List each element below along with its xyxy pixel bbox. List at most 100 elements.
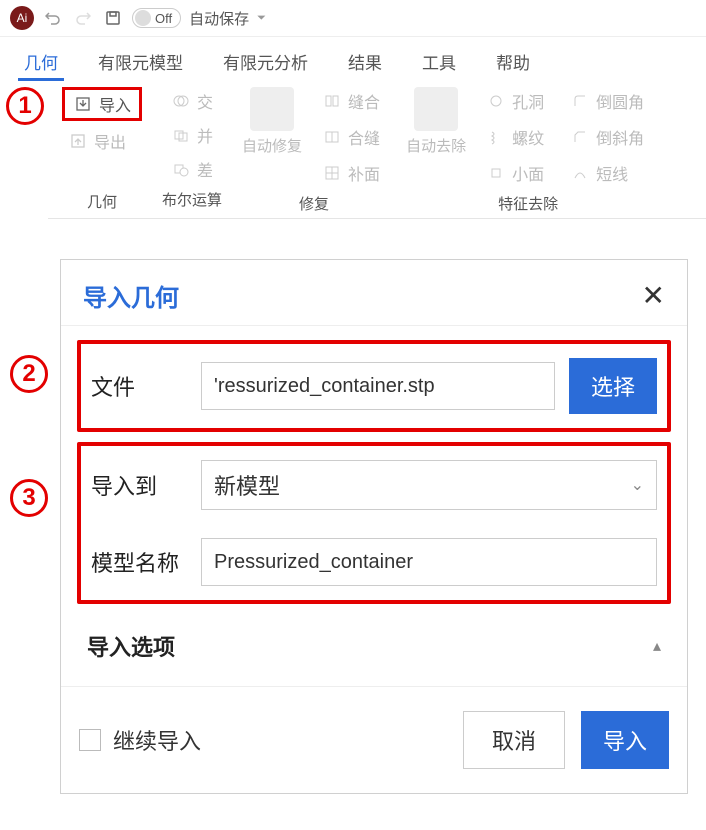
- tab-help[interactable]: 帮助: [490, 45, 536, 81]
- continue-import-checkbox[interactable]: [79, 729, 101, 751]
- hole-label: 孔洞: [512, 89, 544, 113]
- redo-icon[interactable]: [72, 7, 94, 29]
- auto-remove-button[interactable]: 自动去除: [406, 87, 466, 187]
- auto-repair-label: 自动修复: [242, 135, 302, 156]
- hole-button[interactable]: 孔洞: [480, 87, 550, 115]
- shortedge-button[interactable]: 短线: [564, 159, 650, 187]
- shortedge-icon: [570, 163, 590, 183]
- fillet-label: 倒圆角: [596, 89, 644, 113]
- autosave-dropdown-icon[interactable]: ⏷: [257, 12, 266, 25]
- group-title-feature-remove: 特征去除: [498, 193, 558, 214]
- fill-icon: [322, 163, 342, 183]
- group-title-boolean: 布尔运算: [162, 189, 222, 210]
- import-dialog: 导入几何 ✕ 文件 选择 导入到 新模型 ⌄: [60, 259, 688, 794]
- ribbon: 导入 导出 几何 交 并: [48, 81, 706, 219]
- chamfer-button[interactable]: 倒斜角: [564, 123, 650, 151]
- annotation-2: 2: [10, 355, 48, 393]
- import-button-dialog[interactable]: 导入: [581, 711, 669, 769]
- union-icon: [171, 125, 191, 145]
- tab-tools[interactable]: 工具: [416, 45, 462, 81]
- target-section-highlight: 导入到 新模型 ⌄ 模型名称: [77, 442, 671, 604]
- toggle-knob: [135, 10, 151, 26]
- main-tabs: 几何 有限元模型 有限元分析 结果 工具 帮助: [0, 37, 706, 81]
- sew-icon: [322, 91, 342, 111]
- save-icon[interactable]: [102, 7, 124, 29]
- auto-remove-icon: [414, 87, 458, 131]
- union-label: 并: [197, 123, 213, 147]
- chamfer-label: 倒斜角: [596, 125, 644, 149]
- import-to-label: 导入到: [91, 469, 187, 501]
- file-input[interactable]: [201, 362, 555, 410]
- tab-fem-analysis[interactable]: 有限元分析: [217, 45, 314, 81]
- tab-fem-model[interactable]: 有限元模型: [92, 45, 189, 81]
- shortedge-label: 短线: [596, 161, 628, 185]
- tab-results[interactable]: 结果: [342, 45, 388, 81]
- dialog-header: 导入几何 ✕: [61, 260, 687, 326]
- subtract-button[interactable]: 差: [165, 155, 219, 183]
- import-options-title: 导入选项: [87, 630, 175, 662]
- annotation-1: 1: [6, 87, 44, 125]
- dialog-title: 导入几何: [83, 278, 179, 313]
- union-button[interactable]: 并: [165, 121, 219, 149]
- smallface-label: 小面: [512, 161, 544, 185]
- fill-label: 补面: [348, 161, 380, 185]
- app-icon: Ai: [10, 6, 34, 30]
- select-file-button[interactable]: 选择: [569, 358, 657, 414]
- chevron-down-icon: ⌄: [631, 475, 644, 495]
- auto-repair-icon: [250, 87, 294, 131]
- cancel-button[interactable]: 取消: [463, 711, 565, 769]
- continue-import-label: 继续导入: [113, 724, 201, 756]
- dialog-footer: 继续导入 取消 导入: [61, 686, 687, 793]
- fillet-button[interactable]: 倒圆角: [564, 87, 650, 115]
- auto-remove-label: 自动去除: [406, 135, 466, 156]
- stitch-button[interactable]: 合缝: [316, 123, 386, 151]
- intersect-label: 交: [197, 89, 213, 113]
- auto-repair-button[interactable]: 自动修复: [242, 87, 302, 187]
- tab-geometry[interactable]: 几何: [18, 45, 64, 81]
- close-icon[interactable]: ✕: [642, 282, 665, 310]
- fill-button[interactable]: 补面: [316, 159, 386, 187]
- import-to-value: 新模型: [214, 469, 280, 501]
- annotation-3: 3: [10, 479, 48, 517]
- export-label: 导出: [94, 129, 126, 153]
- fillet-icon: [570, 91, 590, 111]
- smallface-icon: [486, 163, 506, 183]
- group-title-geometry: 几何: [87, 191, 117, 212]
- thread-label: 螺纹: [512, 125, 544, 149]
- thread-button[interactable]: 螺纹: [480, 123, 550, 151]
- topbar: Ai Off 自动保存 ⏷: [0, 0, 706, 37]
- toggle-label: Off: [155, 11, 172, 26]
- import-button[interactable]: 导入: [62, 87, 142, 121]
- import-icon: [73, 94, 93, 114]
- ribbon-group-feature-remove: 自动去除 孔洞 螺纹 小面: [396, 87, 660, 214]
- sew-button[interactable]: 缝合: [316, 87, 386, 115]
- undo-icon[interactable]: [42, 7, 64, 29]
- ribbon-group-geometry: 导入 导出 几何: [52, 87, 152, 214]
- thread-icon: [486, 127, 506, 147]
- intersect-icon: [171, 91, 191, 111]
- intersect-button[interactable]: 交: [165, 87, 219, 115]
- group-title-repair: 修复: [299, 193, 329, 214]
- ribbon-group-repair: 自动修复 缝合 合缝 补面 修复: [232, 87, 396, 214]
- ribbon-group-boolean: 交 并 差 布尔运算: [152, 87, 232, 214]
- export-button[interactable]: 导出: [62, 127, 142, 155]
- export-icon: [68, 131, 88, 151]
- hole-icon: [486, 91, 506, 111]
- import-to-select[interactable]: 新模型 ⌄: [201, 460, 657, 510]
- smallface-button[interactable]: 小面: [480, 159, 550, 187]
- stitch-label: 合缝: [348, 125, 380, 149]
- import-options-header[interactable]: 导入选项 ▴: [77, 614, 671, 672]
- import-label: 导入: [99, 92, 131, 116]
- file-section-highlight: 文件 选择: [77, 340, 671, 432]
- file-label: 文件: [91, 370, 187, 402]
- subtract-label: 差: [197, 157, 213, 181]
- stitch-icon: [322, 127, 342, 147]
- model-name-input[interactable]: [201, 538, 657, 586]
- chamfer-icon: [570, 127, 590, 147]
- subtract-icon: [171, 159, 191, 179]
- sew-label: 缝合: [348, 89, 380, 113]
- autosave-toggle[interactable]: Off: [132, 8, 181, 28]
- autosave-text: 自动保存: [189, 8, 249, 29]
- collapse-icon: ▴: [653, 636, 661, 656]
- model-name-label: 模型名称: [91, 546, 187, 578]
